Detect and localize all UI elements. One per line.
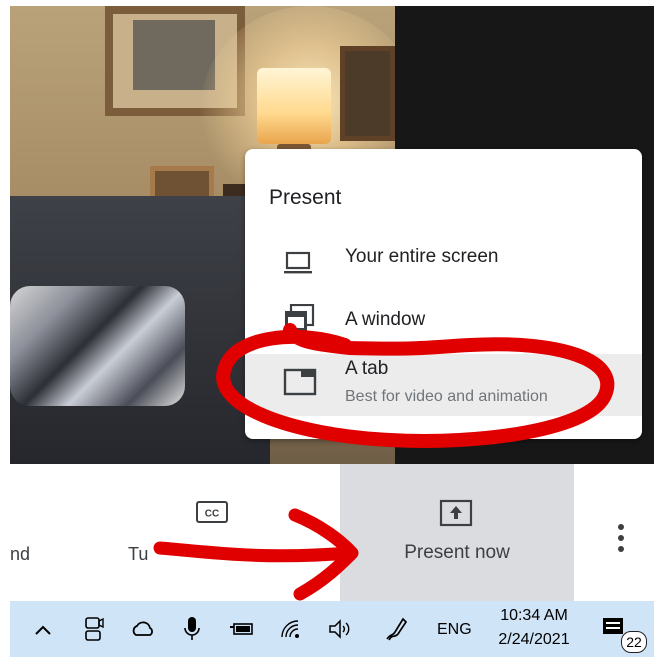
present-option-label: Your entire screen [345, 246, 499, 267]
pen-icon[interactable] [384, 616, 408, 647]
volume-icon[interactable] [328, 619, 354, 644]
present-option-sublabel: Best for video and animation [345, 388, 548, 405]
captions-button-label[interactable]: Tu [128, 544, 148, 565]
present-screen-icon [439, 499, 473, 532]
chevron-up-icon[interactable] [34, 623, 52, 641]
battery-icon[interactable] [230, 621, 254, 642]
laptop-icon [283, 251, 313, 282]
window-icon [283, 303, 315, 339]
present-now-label: Present now [404, 542, 510, 563]
notification-count-badge: 22 [621, 631, 647, 653]
blanket [10, 286, 185, 406]
meet-now-icon[interactable] [82, 615, 104, 648]
present-option-tab[interactable]: A tab Best for video and animation [245, 354, 642, 416]
clock-time[interactable]: 10:34 AM [494, 607, 574, 625]
toolbar-truncated-label: nd [10, 544, 31, 564]
more-options-button[interactable] [607, 518, 635, 558]
meeting-toolbar: nd CC Tu Present now [0, 464, 654, 601]
present-option-label: A window [345, 309, 426, 330]
lamp-shade [257, 68, 331, 144]
present-menu: Present Your entire screen A window A ta… [245, 149, 642, 439]
onedrive-cloud-icon[interactable] [130, 621, 156, 642]
wifi-icon[interactable] [280, 619, 302, 644]
browser-tab-icon [283, 368, 317, 401]
windows-taskbar: ENG 10:34 AM 2/24/2021 22 [10, 601, 654, 657]
wall-picture-frame-right [340, 46, 395, 141]
closed-captions-icon[interactable]: CC [195, 500, 229, 524]
svg-text:CC: CC [205, 509, 219, 520]
present-option-label: A tab [345, 358, 389, 379]
microphone-icon[interactable] [183, 616, 201, 647]
present-now-button[interactable]: Present now [340, 464, 574, 601]
clock-date[interactable]: 2/24/2021 [492, 631, 576, 649]
present-option-entire-screen[interactable]: Your entire screen [245, 239, 642, 295]
present-menu-title: Present [269, 186, 342, 209]
input-language-indicator[interactable]: ENG [437, 621, 472, 639]
present-option-window[interactable]: A window [245, 299, 642, 355]
